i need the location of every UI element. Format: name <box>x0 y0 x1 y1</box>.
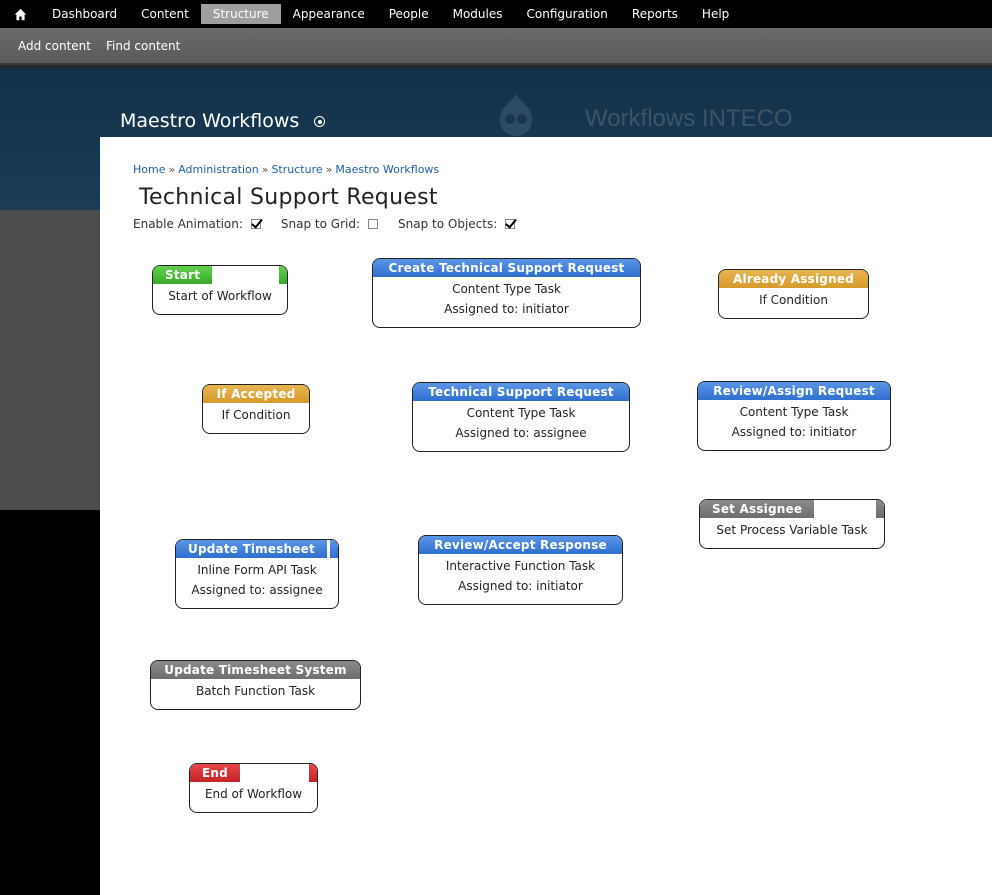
snap-to-grid-checkbox[interactable] <box>368 219 379 229</box>
task-title: Start <box>153 266 213 284</box>
drupal-logo-icon <box>500 94 532 136</box>
breadcrumb-separator: » <box>325 163 333 176</box>
task-description: Set Process Variable Task <box>700 518 884 540</box>
task-description: Content Type Task Assigned to: initiator <box>698 400 890 442</box>
snap-to-objects-label: Snap to Objects: <box>398 217 498 231</box>
toolbar-structure[interactable]: Structure <box>200 4 281 24</box>
toolbar-reports[interactable]: Reports <box>620 4 690 24</box>
task-description: End of Workflow <box>190 782 317 804</box>
breadcrumb-maestro-workflows[interactable]: Maestro Workflows <box>335 163 439 176</box>
task-title: Review/Accept Response <box>419 536 622 554</box>
admin-toolbar: Dashboard Content Structure Appearance P… <box>0 0 992 28</box>
task-description: Content Type Task Assigned to: assignee <box>413 401 629 443</box>
task-line: Interactive Function Task <box>445 559 596 573</box>
task-if-accepted[interactable]: If Accepted If Condition <box>202 384 310 434</box>
snap-to-objects-checkbox[interactable] <box>505 219 516 229</box>
task-create-technical-support-request[interactable]: Create Technical Support Request Content… <box>372 258 641 328</box>
task-title: Technical Support Request <box>413 383 629 401</box>
canvas-options: Enable Animation: Snap to Grid: Snap to … <box>133 217 535 231</box>
task-description: Interactive Function Task Assigned to: i… <box>419 554 622 596</box>
task-line: Assigned to: initiator <box>444 302 569 316</box>
task-title: End <box>190 764 240 782</box>
task-line: Assigned to: assignee <box>191 583 323 597</box>
task-title: If Accepted <box>203 385 309 403</box>
toolbar-people[interactable]: People <box>377 4 441 24</box>
task-title: Set Assignee <box>700 500 815 518</box>
task-line: Assigned to: initiator <box>458 579 583 593</box>
task-line: Content Type Task <box>452 282 561 296</box>
toolbar-modules[interactable]: Modules <box>441 4 515 24</box>
task-line: If Condition <box>759 293 828 307</box>
main-content: Home» Administration» Structure» Maestro Wo… <box>100 137 992 895</box>
task-line: Batch Function Task <box>195 684 316 698</box>
task-title: Update Timesheet <box>176 540 327 558</box>
task-title: Update Timesheet System <box>151 661 360 679</box>
task-title: Review/Assign Request <box>698 382 890 400</box>
task-description: Batch Function Task <box>151 679 360 701</box>
task-line: Content Type Task <box>466 406 576 420</box>
shortcuts-bar: Add content Find content <box>0 28 992 65</box>
task-description: Inline Form API Task Assigned to: assign… <box>176 558 338 600</box>
task-line: If Condition <box>221 408 291 422</box>
site-watermark: Workflows INTECO <box>585 105 793 132</box>
snap-to-grid-label: Snap to Grid: <box>280 217 361 231</box>
breadcrumb-structure[interactable]: Structure <box>271 163 322 176</box>
breadcrumb-administration[interactable]: Administration <box>178 163 259 176</box>
task-description: Start of Workflow <box>153 284 287 306</box>
task-description: Content Type Task Assigned to: initiator <box>373 277 640 319</box>
shortcut-add-content[interactable]: Add content <box>18 39 91 53</box>
task-review-accept-response[interactable]: Review/Accept Response Interactive Funct… <box>418 535 623 605</box>
task-description: If Condition <box>719 288 868 310</box>
task-end[interactable]: End End of Workflow <box>189 763 318 813</box>
task-line: Start of Workflow <box>168 289 272 303</box>
task-update-timesheet-system[interactable]: Update Timesheet System Batch Function T… <box>150 660 361 710</box>
task-line: Inline Form API Task <box>197 563 317 577</box>
task-line: Content Type Task <box>739 405 849 419</box>
task-start[interactable]: Start Start of Workflow <box>152 265 288 315</box>
task-technical-support-request[interactable]: Technical Support Request Content Type T… <box>412 382 630 452</box>
page-title: Technical Support Request <box>139 185 438 210</box>
toolbar-configuration[interactable]: Configuration <box>515 4 620 24</box>
task-title: Already Assigned <box>719 270 868 288</box>
add-shortcut-icon[interactable] <box>314 116 325 127</box>
breadcrumb: Home» Administration» Structure» Maestro Wo… <box>133 163 439 176</box>
toolbar-content[interactable]: Content <box>129 4 201 24</box>
breadcrumb-home[interactable]: Home <box>133 163 165 176</box>
task-review-assign-request[interactable]: Review/Assign Request Content Type Task … <box>697 381 891 451</box>
shortcut-find-content[interactable]: Find content <box>106 39 180 53</box>
task-line: Assigned to: initiator <box>731 425 857 439</box>
toolbar-help[interactable]: Help <box>690 4 741 24</box>
task-title: Create Technical Support Request <box>373 259 640 277</box>
left-sidebar-gray <box>0 210 100 510</box>
enable-animation-checkbox[interactable] <box>250 219 261 229</box>
enable-animation-label: Enable Animation: <box>133 217 243 231</box>
breadcrumb-separator: » <box>261 163 269 176</box>
toolbar-dashboard[interactable]: Dashboard <box>40 4 129 24</box>
task-set-assignee[interactable]: Set Assignee Set Process Variable Task <box>699 499 885 549</box>
task-line: Set Process Variable Task <box>716 523 868 537</box>
site-title[interactable]: Maestro Workflows <box>120 110 299 132</box>
breadcrumb-separator: » <box>168 163 176 176</box>
task-line: End of Workflow <box>204 787 303 801</box>
task-update-timesheet[interactable]: Update Timesheet Inline Form API Task As… <box>175 539 339 609</box>
task-line: Assigned to: assignee <box>455 426 587 440</box>
task-already-assigned[interactable]: Already Assigned If Condition <box>718 269 869 319</box>
task-description: If Condition <box>203 403 309 425</box>
home-icon[interactable] <box>0 0 40 28</box>
toolbar-appearance[interactable]: Appearance <box>281 4 377 24</box>
left-sidebar-black <box>0 510 100 895</box>
